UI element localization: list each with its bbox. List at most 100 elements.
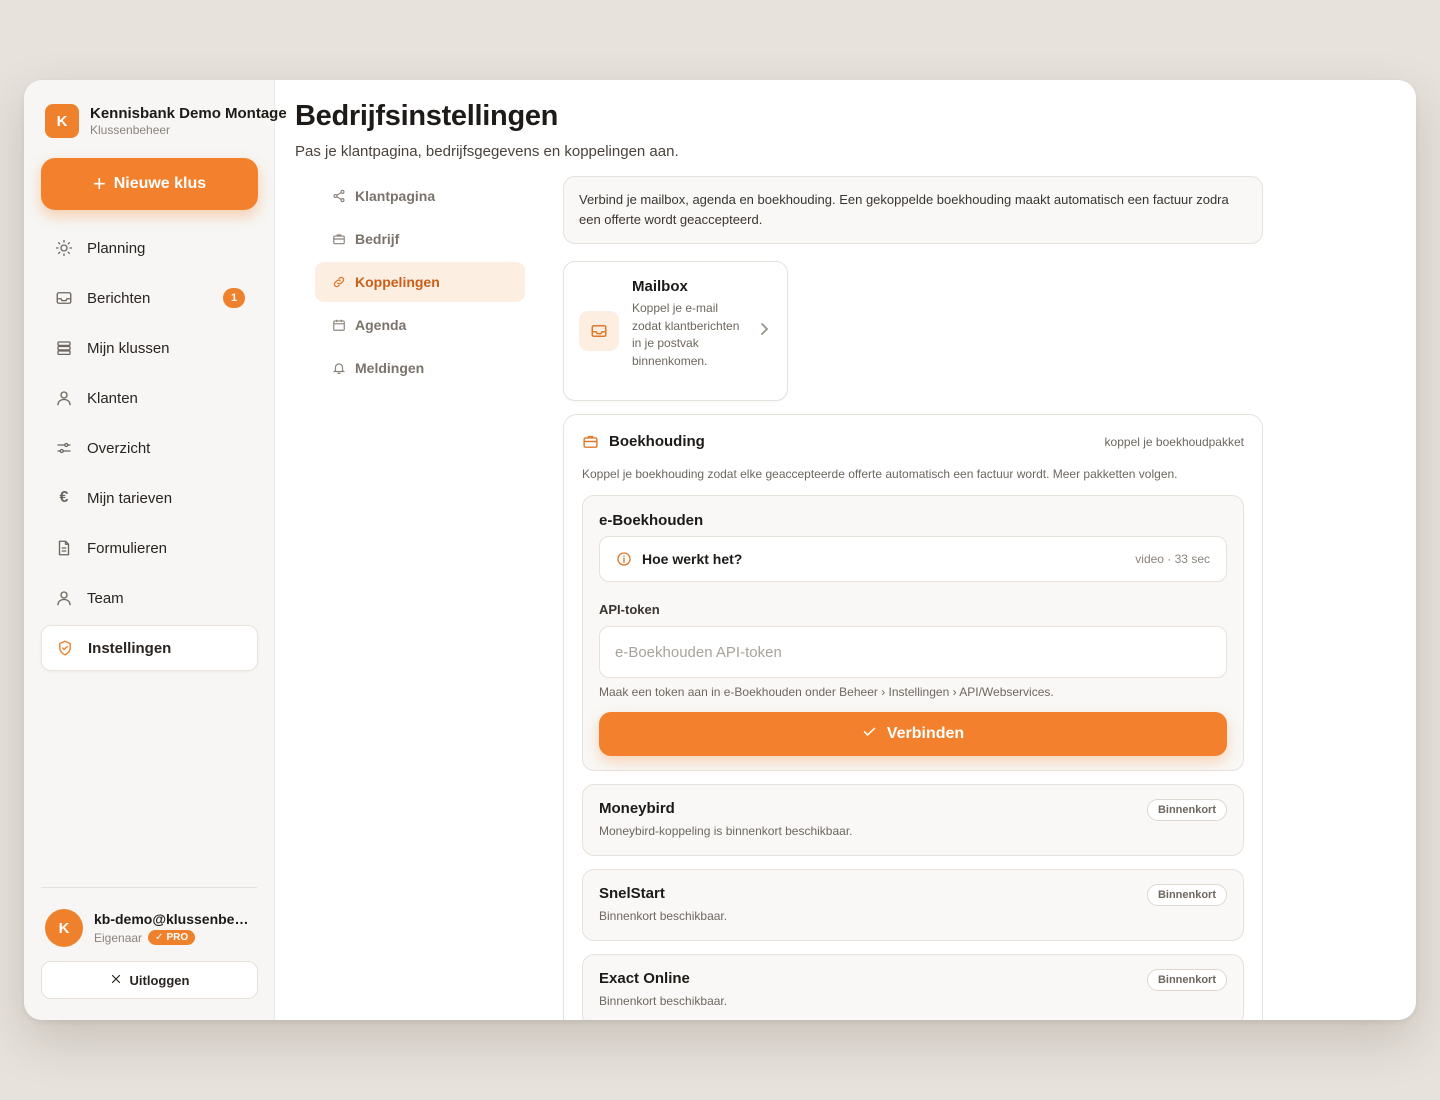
sidebar-item-mijn-tarieven[interactable]: € Mijn tarieven: [41, 475, 258, 521]
tab-klantpagina[interactable]: Klantpagina: [315, 176, 525, 216]
sidebar-item-instellingen[interactable]: Instellingen: [41, 625, 258, 671]
unread-badge: 1: [223, 288, 245, 308]
plus-icon: +: [92, 171, 106, 196]
status-badge: Binnenkort: [1146, 969, 1227, 991]
sidebar-divider: [41, 887, 257, 888]
integrations-panel: Verbind je mailbox, agenda en boekhoudin…: [563, 176, 1263, 1020]
connect-button[interactable]: Verbinden: [599, 712, 1227, 756]
briefcase-icon: [582, 433, 599, 450]
main-content: Bedrijfsinstellingen Pas je klantpagina,…: [275, 80, 1416, 1020]
brand-logo: K: [45, 104, 79, 138]
bookkeeping-description: Koppel je boekhouding zodat elke geaccep…: [582, 467, 1178, 481]
settings-subnav: Klantpagina Bedrijf Koppelingen Agenda M…: [315, 176, 525, 391]
tab-label: Klantpagina: [355, 188, 436, 204]
inbox-icon: [579, 311, 619, 351]
new-job-label: Nieuwe klus: [113, 175, 207, 192]
tab-label: Koppelingen: [355, 274, 440, 290]
page-subtitle: Pas je klantpagina, bedrijfsgegevens en …: [295, 143, 679, 160]
pro-label: PRO: [166, 932, 189, 943]
status-badge: Binnenkort: [1146, 884, 1227, 906]
pro-badge: ✓ PRO: [148, 930, 196, 945]
mailbox-title: Mailbox: [632, 278, 688, 295]
provider-description: Binnenkort beschikbaar.: [599, 909, 728, 923]
integrations-intro: Verbind je mailbox, agenda en boekhoudin…: [563, 176, 1263, 244]
brand-name: Kennisbank Demo Montage: [90, 105, 287, 122]
calendar-icon: [331, 318, 346, 333]
user-email: kb-demo@klussenbeheer.nl: [94, 911, 254, 927]
snelstart-card: SnelStart Binnenkort beschikbaar. Binnen…: [582, 869, 1244, 941]
logout-label: Uitloggen: [129, 972, 190, 988]
inbox-icon: [53, 287, 75, 309]
user-profile[interactable]: K kb-demo@klussenbeheer.nl Eigenaar ✓ PR…: [45, 909, 254, 947]
tab-agenda[interactable]: Agenda: [315, 305, 525, 345]
bookkeeping-card: Boekhouding koppel je boekhoudpakket Kop…: [563, 414, 1263, 1020]
howto-label: Hoe werkt het?: [642, 551, 743, 567]
briefcase-icon: [331, 232, 346, 247]
provider-name: Exact Online: [599, 970, 690, 987]
check-icon: [862, 724, 877, 744]
howto-video-button[interactable]: Hoe werkt het? video · 33 sec: [599, 536, 1227, 582]
tab-bedrijf[interactable]: Bedrijf: [315, 219, 525, 259]
shield-icon: [54, 637, 76, 659]
sidebar-item-label: Formulieren: [87, 539, 168, 557]
document-icon: [53, 537, 75, 559]
provider-name: e-Boekhouden: [599, 512, 704, 529]
link-icon: [331, 275, 346, 290]
tab-meldingen[interactable]: Meldingen: [315, 348, 525, 388]
brand-subtitle: Klussenbeheer: [90, 123, 171, 137]
sidebar-item-planning[interactable]: Planning: [41, 225, 258, 271]
api-token-label: API-token: [599, 602, 660, 617]
status-badge: Binnenkort: [1146, 799, 1227, 821]
provider-name: Moneybird: [599, 800, 675, 817]
tab-label: Agenda: [355, 317, 407, 333]
app-window: K Kennisbank Demo Montage Klussenbeheer …: [24, 80, 1416, 1020]
mailbox-card[interactable]: Mailbox Koppel je e-mail zodat klantberi…: [563, 261, 788, 401]
sun-icon: [53, 237, 75, 259]
sidebar-item-team[interactable]: Team: [41, 575, 258, 621]
sidebar-nav: Planning Berichten 1 Mijn klussen Klante…: [41, 225, 258, 675]
eboekhouden-card: e-Boekhouden Hoe werkt het? video · 33 s…: [582, 495, 1244, 771]
share-icon: [331, 189, 346, 204]
sidebar-item-mijn-klussen[interactable]: Mijn klussen: [41, 325, 258, 371]
provider-description: Binnenkort beschikbaar.: [599, 994, 728, 1008]
brand[interactable]: K Kennisbank Demo Montage Klussenbeheer: [45, 104, 287, 138]
info-icon: [616, 551, 632, 567]
tab-label: Meldingen: [355, 360, 425, 376]
bell-icon: [331, 361, 346, 376]
mailbox-description: Koppel je e-mail zodat klantberichten in…: [632, 301, 740, 368]
sidebar-item-formulieren[interactable]: Formulieren: [41, 525, 258, 571]
sidebar-item-label: Mijn klussen: [87, 339, 170, 357]
page-title: Bedrijfsinstellingen: [295, 100, 559, 132]
sidebar-item-label: Berichten: [87, 289, 151, 307]
sidebar-item-label: Mijn tarieven: [87, 489, 173, 507]
sidebar-item-label: Overzicht: [87, 439, 151, 457]
moneybird-card: Moneybird Moneybird-koppeling is binnenk…: [582, 784, 1244, 856]
stack-icon: [53, 337, 75, 359]
new-job-button[interactable]: + Nieuwe klus: [41, 158, 258, 210]
sidebar-item-overzicht[interactable]: Overzicht: [41, 425, 258, 471]
sidebar-item-label: Team: [87, 589, 124, 607]
bookkeeping-link[interactable]: koppel je boekhoudpakket: [1105, 435, 1244, 449]
bookkeeping-title: Boekhouding: [609, 433, 705, 450]
check-icon: ✓: [155, 932, 164, 943]
api-token-input[interactable]: e-Boekhouden API-token: [599, 626, 1227, 678]
sidebar-item-label: Klanten: [87, 389, 138, 407]
sidebar-item-berichten[interactable]: Berichten 1: [41, 275, 258, 321]
tab-koppelingen[interactable]: Koppelingen: [315, 262, 525, 302]
sidebar-item-klanten[interactable]: Klanten: [41, 375, 258, 421]
euro-icon: €: [59, 489, 69, 506]
api-token-hint: Maak een token aan in e-Boekhouden onder…: [599, 685, 1054, 699]
sliders-icon: [53, 437, 75, 459]
provider-description: Moneybird-koppeling is binnenkort beschi…: [599, 824, 853, 838]
logout-button[interactable]: Uitloggen: [41, 961, 258, 999]
howto-meta: video · 33 sec: [1135, 552, 1210, 566]
sidebar-item-label: Planning: [87, 239, 146, 257]
tab-label: Bedrijf: [355, 231, 400, 247]
sidebar: K Kennisbank Demo Montage Klussenbeheer …: [24, 80, 287, 1020]
exact-online-card: Exact Online Binnenkort beschikbaar. Bin…: [582, 954, 1244, 1020]
avatar: K: [45, 909, 83, 947]
user-role: Eigenaar: [94, 930, 143, 945]
user-icon: [53, 387, 75, 409]
provider-name: SnelStart: [599, 885, 665, 902]
user-icon: [53, 587, 75, 609]
